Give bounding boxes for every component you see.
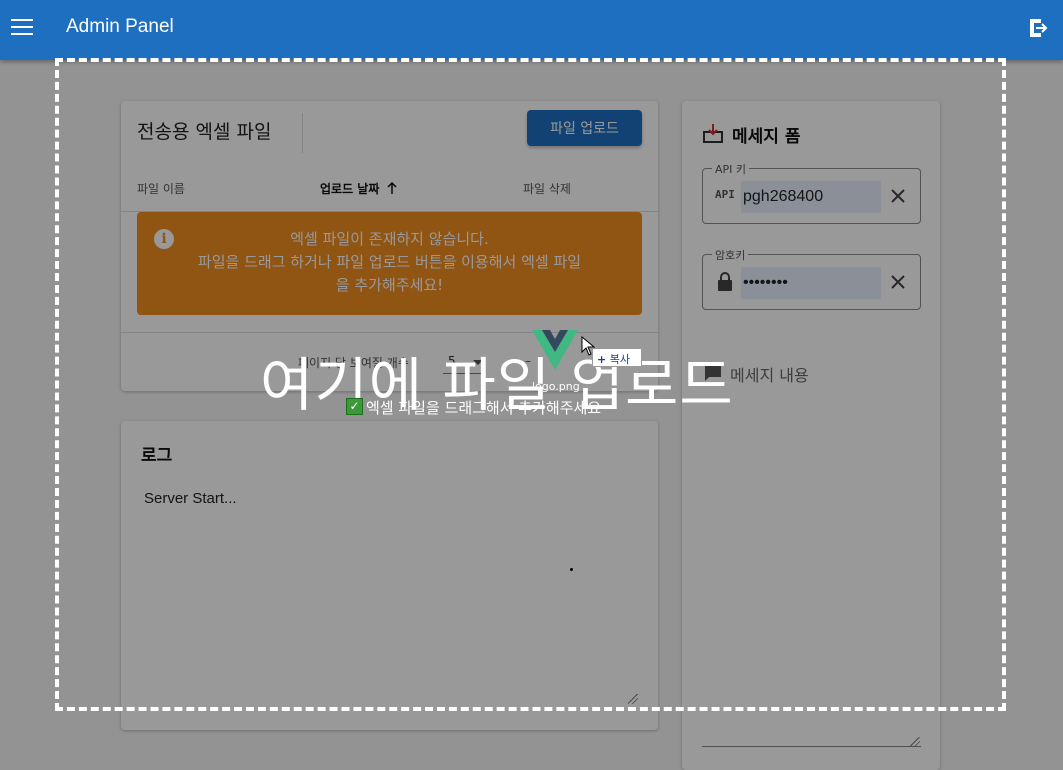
dragged-file-name: logo.png <box>532 380 580 393</box>
menu-icon[interactable] <box>11 19 33 39</box>
mouse-cursor-icon <box>581 336 595 356</box>
plus-icon: + <box>597 353 607 366</box>
check-icon: ✓ <box>346 398 363 415</box>
logout-icon[interactable] <box>1027 16 1051 40</box>
app-title: Admin Panel <box>66 16 174 37</box>
drag-hint: ✓ 엑셀 파일을 드래그해서 추가해주세요 <box>346 397 602 418</box>
drag-hint-text: 엑셀 파일을 드래그해서 추가해주세요 <box>366 399 602 417</box>
vue-logo-icon <box>532 330 578 370</box>
copy-badge: + 복사 <box>592 348 642 367</box>
app-bar: Admin Panel <box>0 0 1063 60</box>
copy-label: 복사 <box>609 353 630 366</box>
